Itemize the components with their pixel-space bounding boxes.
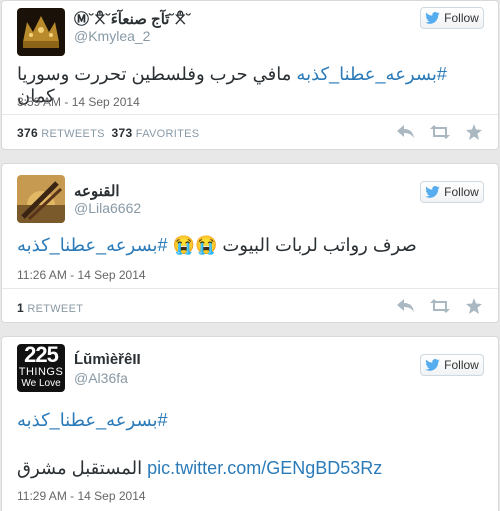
- tweet-card: Ⓜ˘ꉦ˘تَآج صنعآءَ˘ꉦ˘ @Kmylea_2 Follow #بسر…: [1, 0, 499, 150]
- tweet-actions: [396, 297, 484, 315]
- divider: [2, 114, 498, 115]
- tweet-text: #بسرعه_عطنا_كذبه: [17, 409, 483, 431]
- pic-link[interactable]: pic.twitter.com/GENgBD53Rz: [147, 458, 382, 478]
- display-name[interactable]: ĹŭmìèřêII: [74, 351, 141, 368]
- avatar[interactable]: [17, 8, 65, 56]
- user-handle[interactable]: @Kmylea_2: [74, 28, 150, 44]
- user-handle[interactable]: @Al36fa: [74, 370, 128, 386]
- avatar-number: 225: [24, 344, 59, 367]
- twitter-bird-icon: [425, 186, 440, 198]
- tweet-stats: 376 RETWEETS 373 FAVORITES: [17, 126, 199, 140]
- avatar[interactable]: [17, 175, 65, 223]
- display-name[interactable]: القنوعه: [74, 182, 120, 200]
- user-handle[interactable]: @Lila6662: [74, 200, 141, 216]
- tweet-card: القنوعه @Lila6662 Follow صرف رواتب لربات…: [1, 163, 499, 323]
- tweet-date[interactable]: 3:59 AM - 14 Sep 2014: [17, 95, 140, 109]
- retweet-icon[interactable]: [430, 297, 450, 315]
- twitter-bird-icon: [425, 359, 440, 371]
- retweets-count[interactable]: 376: [17, 126, 38, 140]
- follow-button[interactable]: Follow: [420, 181, 484, 203]
- retweet-icon[interactable]: [430, 123, 450, 141]
- reply-icon[interactable]: [396, 123, 416, 141]
- favorite-icon[interactable]: [464, 297, 484, 315]
- tweet-actions: [396, 123, 484, 141]
- hashtag-link[interactable]: #بسرعه_عطنا_كذبه: [296, 64, 447, 84]
- tweet-date[interactable]: 11:26 AM - 14 Sep 2014: [17, 268, 146, 282]
- avatar-line: THINGS: [18, 366, 64, 378]
- follow-label: Follow: [444, 11, 479, 25]
- hashtag-link[interactable]: #بسرعه_عطنا_كذبه: [17, 235, 168, 255]
- divider: [2, 288, 498, 289]
- tweet-date[interactable]: 11:29 AM - 14 Sep 2014: [17, 489, 146, 503]
- favorites-label[interactable]: FAVORITES: [136, 128, 200, 140]
- avatar-line: We Love: [21, 378, 61, 389]
- tweet-body: المستقبل مشرق: [17, 458, 143, 478]
- display-name[interactable]: Ⓜ˘ꉦ˘تَآج صنعآءَ˘ꉦ˘: [74, 8, 191, 29]
- favorites-count[interactable]: 373: [112, 126, 133, 140]
- tweet-stats: 1 RETWEET: [17, 301, 83, 315]
- twitter-bird-icon: [425, 12, 440, 24]
- follow-button[interactable]: Follow: [420, 7, 484, 29]
- follow-button[interactable]: Follow: [420, 354, 484, 376]
- reply-icon[interactable]: [396, 297, 416, 315]
- favorite-icon[interactable]: [464, 123, 484, 141]
- hashtag-link[interactable]: #بسرعه_عطنا_كذبه: [17, 410, 168, 430]
- tweet-card: 225 THINGS We Love ĹŭmìèřêII @Al36fa Fol…: [1, 336, 499, 511]
- retweets-count[interactable]: 1: [17, 301, 24, 315]
- follow-label: Follow: [444, 185, 479, 199]
- retweets-label[interactable]: RETWEET: [27, 303, 83, 315]
- tweet-text: صرف رواتب لربات البيوت 😭😭 #بسرعه_عطنا_كذ…: [17, 234, 483, 256]
- avatar[interactable]: 225 THINGS We Love: [17, 344, 65, 392]
- tweet-body: صرف رواتب لربات البيوت 😭😭: [167, 235, 417, 255]
- tweet-text-line: المستقبل مشرق pic.twitter.com/GENgBD53Rz: [17, 457, 483, 479]
- follow-label: Follow: [444, 358, 479, 372]
- retweets-label[interactable]: RETWEETS: [41, 128, 105, 140]
